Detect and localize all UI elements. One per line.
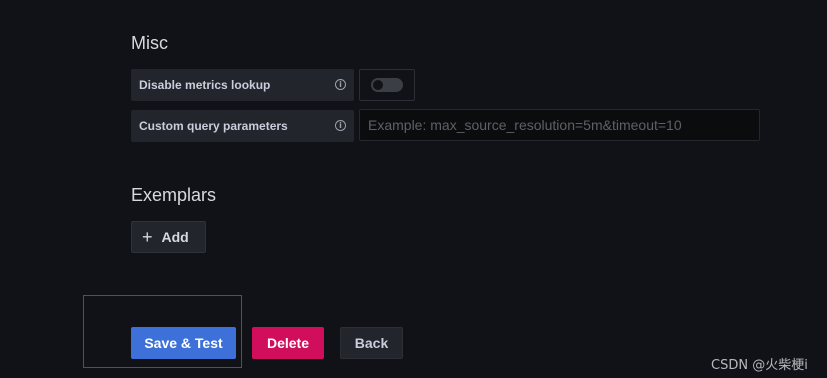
exemplars-heading: Exemplars [131, 185, 217, 205]
info-icon[interactable]: i [335, 120, 346, 131]
add-label: Add [161, 229, 189, 245]
plus-icon: + [142, 227, 153, 247]
custom-query-parameters-label: Custom query parameters i [131, 110, 354, 142]
disable-metrics-lookup-toggle[interactable] [359, 69, 415, 101]
disable-metrics-lookup-text: Disable metrics lookup [139, 78, 271, 92]
disable-metrics-lookup-label: Disable metrics lookup i [131, 69, 354, 101]
watermark-text: CSDN @火柴梗i [711, 358, 808, 373]
delete-button[interactable]: Delete [252, 327, 324, 359]
custom-query-parameters-input[interactable] [359, 109, 760, 141]
info-icon[interactable]: i [335, 79, 346, 90]
toggle-track [371, 78, 403, 92]
add-exemplar-button[interactable]: + Add [131, 221, 206, 253]
misc-heading: Misc [131, 33, 168, 53]
custom-query-parameters-text: Custom query parameters [139, 119, 288, 133]
back-button[interactable]: Back [340, 327, 403, 359]
highlight-annotation [83, 295, 242, 368]
toggle-knob [373, 80, 383, 90]
